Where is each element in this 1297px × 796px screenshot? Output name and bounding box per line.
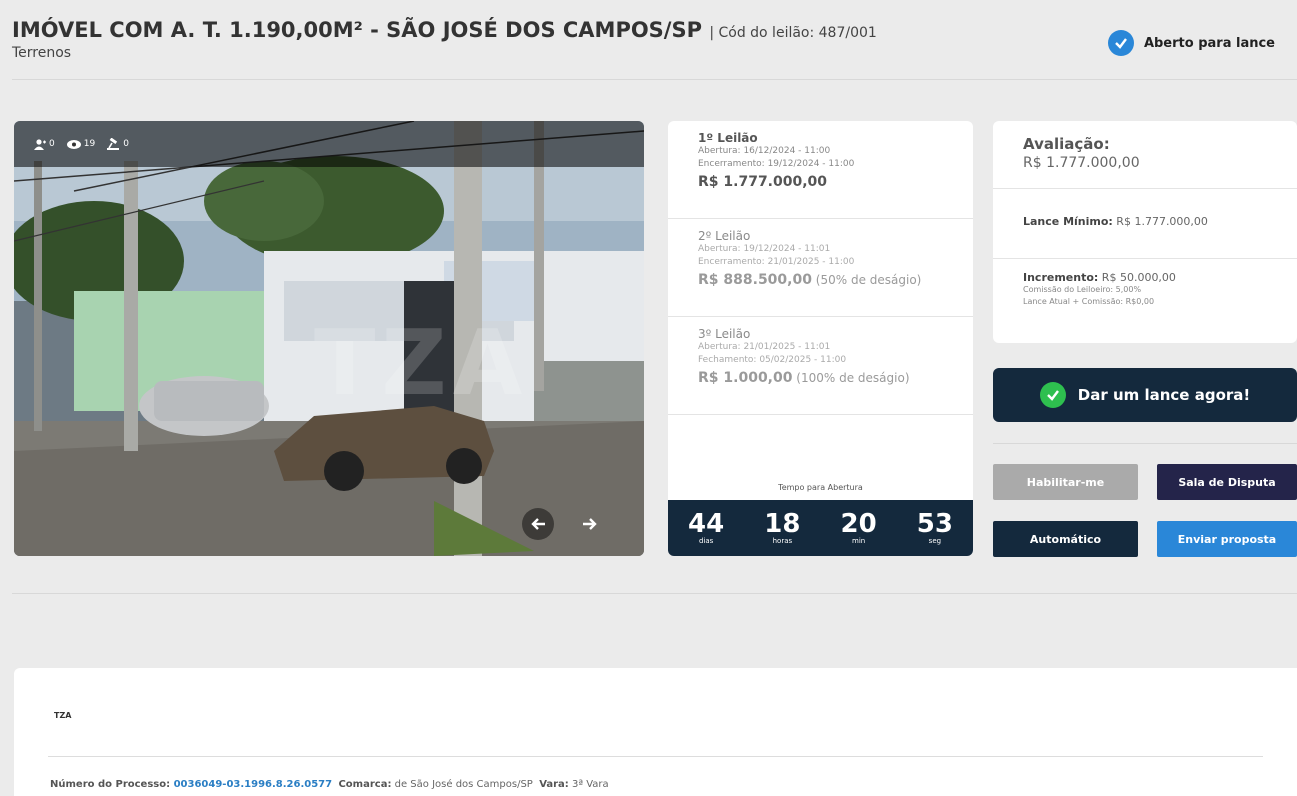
round-title: 2º Leilão — [698, 229, 751, 243]
check-icon — [1039, 382, 1066, 408]
auction-code: | Cód do leilão: 487/001 — [709, 25, 877, 41]
watermark-logo: TZA — [314, 311, 529, 416]
status-text: Aberto para lance — [1143, 35, 1275, 51]
round-value: R$ 1.777.000,00 — [698, 174, 828, 190]
bid-now-button[interactable]: Dar um lance agora! — [993, 368, 1297, 422]
commission-text: Comissão do Leiloeiro: 5,00% — [1023, 285, 1142, 294]
process-details: Número do Processo: 0036049-03.1996.8.26… — [50, 779, 609, 790]
divider — [48, 756, 1263, 757]
min-bid-label: Lance Mínimo: — [1023, 215, 1113, 228]
page-title: IMÓVEL COM A. T. 1.190,00M² - SÃO JOSÉ D… — [12, 18, 1287, 42]
gallery-stats-bar: 0 19 0 — [14, 121, 644, 167]
divider — [12, 79, 1297, 80]
increment-label: Incremento: — [1023, 271, 1099, 284]
auctioneer-logo: TZA — [54, 711, 72, 720]
page-header: IMÓVEL COM A. T. 1.190,00M² - SÃO JOSÉ D… — [12, 18, 1287, 61]
photo-gallery[interactable]: TZA 0 19 0 — [14, 121, 644, 556]
round-opening: Abertura: 21/01/2025 - 11:01 — [698, 342, 831, 352]
check-icon — [1107, 30, 1134, 56]
round-title: 1º Leilão — [698, 131, 758, 145]
increment-block: Incremento: R$ 50.000,00 Comissão do Lei… — [993, 259, 1297, 308]
evaluation-heading: Avaliação: — [1023, 135, 1110, 153]
countdown-timer: 44 dias 18 horas 20 min 53 seg — [668, 500, 973, 556]
users-stat: 0 — [34, 138, 55, 150]
status-badge: Aberto para lance — [1107, 30, 1275, 56]
countdown-label: Tempo para Abertura — [778, 483, 863, 492]
dispute-room-button[interactable]: Sala de Disputa — [1157, 464, 1297, 500]
round-opening: Abertura: 19/12/2024 - 11:01 — [698, 244, 831, 254]
increment-value: R$ 50.000,00 — [1098, 271, 1176, 284]
arrow-left-icon — [531, 518, 545, 530]
min-bid-value: R$ 1.777.000,00 — [1112, 215, 1208, 228]
send-proposal-button[interactable]: Enviar proposta — [1157, 521, 1297, 557]
eye-icon — [66, 139, 81, 149]
round-3: 3º Leilão Abertura: 21/01/2025 - 11:01 F… — [668, 317, 973, 415]
process-number-link[interactable]: 0036049-03.1996.8.26.0577 — [170, 779, 333, 790]
bid-now-label: Dar um lance agora! — [1077, 386, 1251, 404]
divider — [12, 593, 1297, 594]
countdown-seconds: 53 seg — [916, 509, 953, 545]
gavel-icon — [107, 138, 120, 150]
views-stat: 19 — [66, 139, 95, 149]
countdown-days: 44 dias — [688, 509, 725, 545]
process-info-card: TZA Número do Processo: 0036049-03.1996.… — [14, 668, 1297, 796]
round-closing: Encerramento: 19/12/2024 - 11:00 — [698, 159, 855, 169]
round-closing: Encerramento: 21/01/2025 - 11:00 — [698, 257, 855, 267]
round-2: 2º Leilão Abertura: 19/12/2024 - 11:01 E… — [668, 219, 973, 317]
divider — [993, 443, 1297, 444]
property-title: IMÓVEL COM A. T. 1.190,00M² - SÃO JOSÉ D… — [12, 18, 702, 42]
countdown-minutes: 20 min — [840, 509, 877, 545]
vara-value: 3ª Vara — [568, 779, 609, 790]
comarca-value: de São José dos Campos/SP — [391, 779, 533, 790]
gallery-prev-button[interactable] — [522, 508, 554, 540]
enable-button[interactable]: Habilitar-me — [993, 464, 1138, 500]
round-value: R$ 1.000,00 (100% de deságio) — [698, 370, 910, 386]
gallery-next-button[interactable] — [574, 508, 606, 540]
countdown-hours: 18 horas — [764, 509, 801, 545]
evaluation-panel: Avaliação: R$ 1.777.000,00 Lance Mínimo:… — [993, 121, 1297, 343]
round-closing: Fechamento: 05/02/2025 - 11:00 — [698, 355, 847, 365]
evaluation-block: Avaliação: R$ 1.777.000,00 — [993, 121, 1297, 189]
current-bid-commission: Lance Atual + Comissão: R$0,00 — [1023, 297, 1155, 306]
evaluation-value: R$ 1.777.000,00 — [1023, 155, 1140, 171]
round-1: 1º Leilão Abertura: 16/12/2024 - 11:00 E… — [668, 121, 973, 219]
arrow-right-icon — [583, 518, 597, 530]
round-opening: Abertura: 16/12/2024 - 11:00 — [698, 146, 831, 156]
round-value: R$ 888.500,00 (50% de deságio) — [698, 272, 922, 288]
auction-rounds-panel: 1º Leilão Abertura: 16/12/2024 - 11:00 E… — [668, 121, 973, 556]
bids-stat: 0 — [107, 138, 129, 150]
property-category: Terrenos — [12, 45, 72, 61]
user-icon — [34, 138, 46, 150]
round-title: 3º Leilão — [698, 327, 751, 341]
automatic-bid-button[interactable]: Automático — [993, 521, 1138, 557]
min-bid-block: Lance Mínimo: R$ 1.777.000,00 — [993, 189, 1297, 259]
